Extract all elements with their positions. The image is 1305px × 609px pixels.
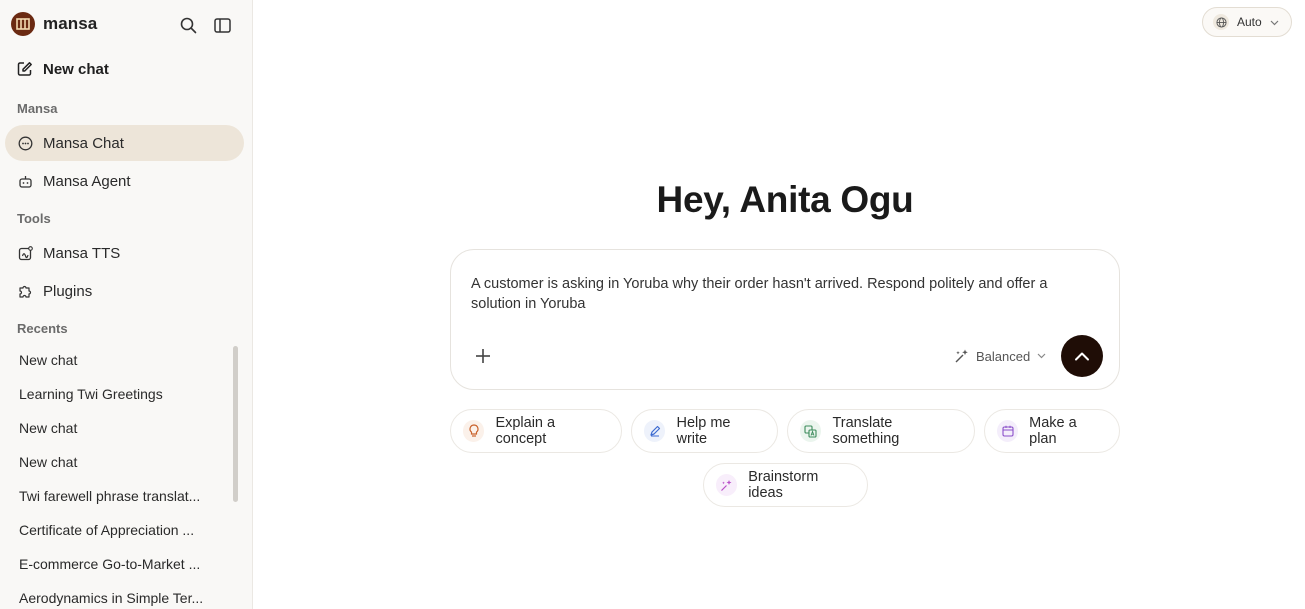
section-label-mansa: Mansa bbox=[17, 101, 58, 116]
brand[interactable]: mansa bbox=[11, 12, 97, 36]
robot-icon bbox=[17, 173, 33, 189]
suggestion-brainstorm[interactable]: Brainstorm ideas bbox=[703, 463, 868, 507]
suggestion-label: Brainstorm ideas bbox=[748, 469, 819, 501]
tts-icon bbox=[17, 245, 33, 261]
attach-plus-icon[interactable] bbox=[471, 344, 495, 368]
section-label-tools: Tools bbox=[17, 211, 51, 226]
globe-icon bbox=[1213, 14, 1229, 30]
sidebar-item-mansa-tts[interactable]: Mansa TTS bbox=[5, 235, 244, 271]
send-button[interactable] bbox=[1061, 335, 1103, 377]
prompt-composer[interactable]: A customer is asking in Yoruba why their… bbox=[450, 249, 1120, 390]
section-label-recents: Recents bbox=[17, 321, 68, 336]
sidebar-item-mansa-agent[interactable]: Mansa Agent bbox=[5, 163, 244, 199]
suggestion-label: Translate something bbox=[832, 415, 900, 447]
sidebar-item-label: Mansa Agent bbox=[43, 172, 131, 190]
sidebar: mansa New chat Mansa Mansa Chat Mansa Ag… bbox=[0, 0, 253, 609]
calendar-icon bbox=[997, 420, 1019, 442]
new-chat-label: New chat bbox=[43, 60, 109, 78]
suggestion-label: Explain a concept bbox=[495, 415, 556, 447]
mansa-logo-icon bbox=[11, 12, 35, 36]
recent-chat-item[interactable]: New chat bbox=[19, 352, 209, 368]
chat-bubble-icon bbox=[17, 135, 33, 151]
recent-chat-item[interactable]: New chat bbox=[19, 420, 209, 436]
sidebar-item-mansa-chat[interactable]: Mansa Chat bbox=[5, 125, 244, 161]
recent-chat-item[interactable]: Twi farewell phrase translat... bbox=[19, 488, 209, 504]
new-chat-button[interactable]: New chat bbox=[16, 60, 109, 78]
mode-selector[interactable]: Balanced bbox=[954, 346, 1046, 366]
sparkle-icon bbox=[716, 474, 738, 496]
sidebar-item-label: Mansa Chat bbox=[43, 134, 124, 152]
chevron-down-icon bbox=[1037, 353, 1046, 359]
recent-chat-item[interactable]: Aerodynamics in Simple Ter... bbox=[19, 590, 209, 606]
puzzle-icon bbox=[17, 283, 33, 299]
sidebar-item-label: Plugins bbox=[43, 282, 93, 300]
chevron-down-icon bbox=[1270, 15, 1279, 29]
recent-chat-item[interactable]: New chat bbox=[19, 454, 209, 470]
suggestion-label: Make a plan bbox=[1029, 415, 1077, 447]
greeting-title: Hey, Anita Ogu bbox=[656, 179, 914, 220]
sidebar-toggle-icon[interactable] bbox=[211, 14, 233, 36]
sidebar-item-plugins[interactable]: Plugins bbox=[5, 273, 244, 309]
prompt-input[interactable]: A customer is asking in Yoruba why their… bbox=[471, 274, 1091, 314]
language-label: Auto bbox=[1237, 15, 1262, 29]
lightbulb-icon bbox=[463, 420, 485, 442]
search-icon[interactable] bbox=[177, 14, 199, 36]
edit-icon bbox=[16, 60, 34, 78]
language-selector[interactable]: Auto bbox=[1202, 7, 1292, 37]
sidebar-scrollbar[interactable] bbox=[233, 346, 238, 502]
recent-chat-item[interactable]: Learning Twi Greetings bbox=[19, 386, 209, 402]
suggestion-make-plan[interactable]: Make a plan bbox=[984, 409, 1120, 453]
pen-icon bbox=[644, 420, 666, 442]
arrow-up-icon bbox=[1075, 352, 1089, 361]
recent-chat-item[interactable]: Certificate of Appreciation ... bbox=[19, 522, 209, 538]
suggestion-help-write[interactable]: Help me write bbox=[631, 409, 778, 453]
mode-label: Balanced bbox=[976, 348, 1031, 364]
recent-chat-item[interactable]: E-commerce Go-to-Market ... bbox=[19, 556, 209, 572]
suggestion-explain-concept[interactable]: Explain a concept bbox=[450, 409, 622, 453]
sidebar-item-label: Mansa TTS bbox=[43, 244, 121, 262]
sparkle-wand-icon bbox=[954, 348, 970, 364]
suggestion-label: Help me write bbox=[676, 415, 731, 447]
suggestion-translate[interactable]: Translate something bbox=[787, 409, 975, 453]
translate-icon bbox=[800, 420, 822, 442]
app-name: mansa bbox=[43, 14, 98, 33]
